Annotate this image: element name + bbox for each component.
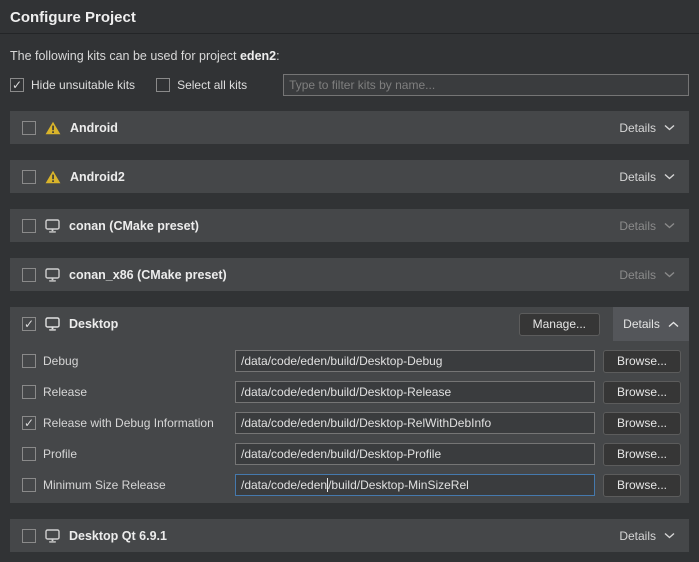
browse-button[interactable]: Browse...: [603, 350, 681, 373]
chevron-down-icon: [664, 222, 675, 229]
chevron-down-icon: [664, 532, 675, 539]
config-row-profile: Profile Browse...: [10, 443, 689, 465]
checkbox-icon[interactable]: [156, 78, 170, 92]
build-dir-input[interactable]: [235, 381, 595, 403]
config-row-release: Release Browse...: [10, 381, 689, 403]
config-label: Debug: [43, 354, 78, 368]
kit-row-android2[interactable]: Android2 Details: [10, 160, 689, 193]
kit-name: conan_x86 (CMake preset): [69, 268, 227, 282]
config-checkbox[interactable]: [22, 478, 36, 492]
build-dir-input-focused[interactable]: /data/code/eden/build/Desktop-MinSizeRel: [235, 474, 595, 496]
config-checkbox[interactable]: [22, 385, 36, 399]
details-button[interactable]: Details: [619, 170, 675, 184]
checkbox-label: Hide unsuitable kits: [31, 78, 135, 92]
browse-button[interactable]: Browse...: [603, 381, 681, 404]
checkbox-icon[interactable]: [10, 78, 24, 92]
kit-checkbox[interactable]: [22, 529, 36, 543]
warning-icon: [45, 170, 61, 184]
kit-name: Android2: [70, 170, 125, 184]
kit-row-desktop[interactable]: Desktop Manage... Details: [10, 307, 689, 341]
kit-checkbox[interactable]: [22, 121, 36, 135]
kit-card-desktop: Desktop Manage... Details Debug Browse..…: [10, 307, 689, 503]
details-button[interactable]: Details: [619, 529, 675, 543]
build-dir-input[interactable]: [235, 350, 595, 372]
config-label: Release with Debug Information: [43, 416, 214, 430]
config-label: Profile: [43, 447, 77, 461]
details-button[interactable]: Details: [619, 268, 675, 282]
warning-icon: [45, 121, 61, 135]
monitor-icon: [45, 219, 60, 233]
kit-list: Android Details Android2 Details conan (…: [10, 111, 689, 552]
browse-button[interactable]: Browse...: [603, 474, 681, 497]
details-button[interactable]: Details: [619, 219, 675, 233]
kit-name: Android: [70, 121, 118, 135]
hide-unsuitable-kits-checkbox[interactable]: Hide unsuitable kits: [10, 78, 135, 92]
config-checkbox[interactable]: [22, 416, 36, 430]
checkbox-label: Select all kits: [177, 78, 247, 92]
details-button[interactable]: Details: [619, 121, 675, 135]
kit-row-desktop-qt[interactable]: Desktop Qt 6.9.1 Details: [10, 519, 689, 552]
subtitle: The following kits can be used for proje…: [10, 49, 689, 63]
config-row-debug: Debug Browse...: [10, 350, 689, 372]
kit-name: conan (CMake preset): [69, 219, 199, 233]
monitor-icon: [45, 529, 60, 543]
config-row-minsizerel: Minimum Size Release /data/code/eden/bui…: [10, 474, 689, 496]
browse-button[interactable]: Browse...: [603, 443, 681, 466]
kit-row-conan-x86[interactable]: conan_x86 (CMake preset) Details: [10, 258, 689, 291]
config-row-relwithdebinfo: Release with Debug Information Browse...: [10, 412, 689, 434]
kit-checkbox[interactable]: [22, 219, 36, 233]
config-label: Minimum Size Release: [43, 478, 166, 492]
select-all-kits-checkbox[interactable]: Select all kits: [156, 78, 247, 92]
config-label: Release: [43, 385, 87, 399]
monitor-icon: [45, 317, 60, 331]
kit-filter-input[interactable]: [283, 74, 689, 96]
details-button[interactable]: Details: [613, 307, 689, 341]
project-name: eden2: [240, 49, 276, 63]
page-title: Configure Project: [0, 0, 699, 34]
build-dir-input[interactable]: [235, 443, 595, 465]
monitor-icon: [45, 268, 60, 282]
chevron-down-icon: [664, 173, 675, 180]
build-dir-input[interactable]: [235, 412, 595, 434]
kit-row-conan[interactable]: conan (CMake preset) Details: [10, 209, 689, 242]
filter-row: Hide unsuitable kits Select all kits: [10, 74, 689, 96]
chevron-down-icon: [664, 124, 675, 131]
manage-button[interactable]: Manage...: [519, 313, 600, 336]
kit-name: Desktop Qt 6.9.1: [69, 529, 167, 543]
chevron-up-icon: [668, 321, 679, 328]
kit-checkbox[interactable]: [22, 317, 36, 331]
config-checkbox[interactable]: [22, 447, 36, 461]
kit-checkbox[interactable]: [22, 268, 36, 282]
kit-name: Desktop: [69, 317, 118, 331]
kit-checkbox[interactable]: [22, 170, 36, 184]
kit-row-android[interactable]: Android Details: [10, 111, 689, 144]
chevron-down-icon: [664, 271, 675, 278]
browse-button[interactable]: Browse...: [603, 412, 681, 435]
config-checkbox[interactable]: [22, 354, 36, 368]
